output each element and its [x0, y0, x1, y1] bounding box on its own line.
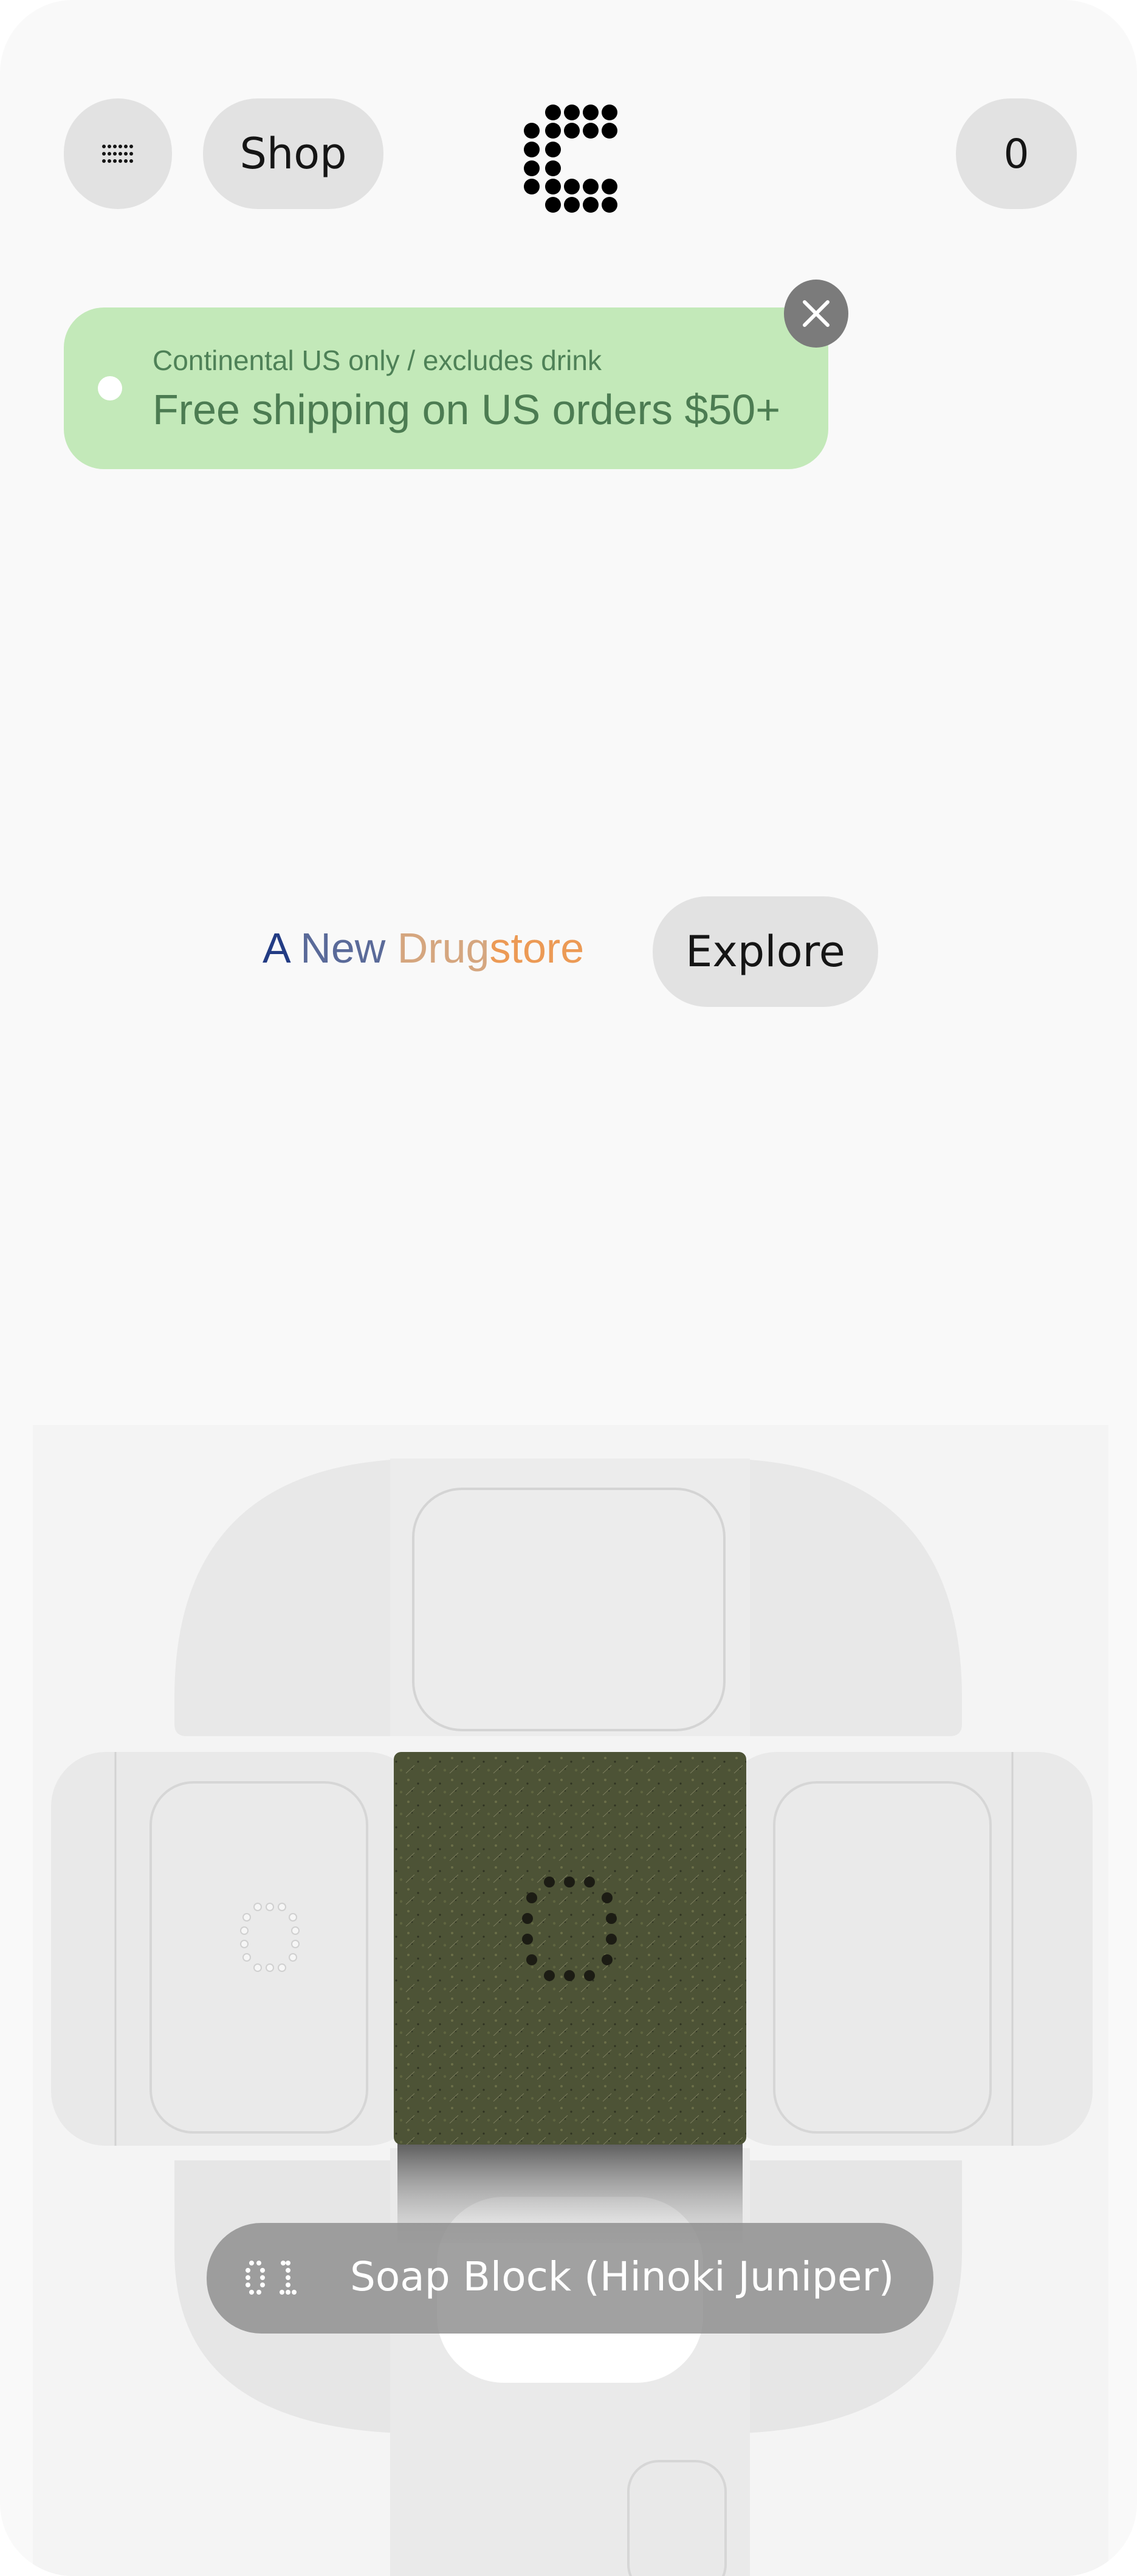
- brand-logo[interactable]: [520, 103, 623, 214]
- hero-tagline: A New Drugstore: [263, 924, 584, 972]
- explore-button-label: Explore: [685, 927, 845, 977]
- shipping-banner: Continental US only / excludes drink Fre…: [64, 307, 828, 469]
- banner-subtitle: Continental US only / excludes drink: [153, 345, 602, 376]
- dot-c-logo: [524, 105, 617, 213]
- hero-product-image: [33, 1425, 1108, 2576]
- page: Shop 0 Continental US only / excludes dr…: [0, 0, 1137, 2576]
- banner-message: Free shipping on US orders $50+: [153, 386, 781, 433]
- banner-close-button[interactable]: [784, 280, 848, 348]
- grid-dots-icon: [102, 145, 133, 163]
- explore-button[interactable]: Explore: [653, 896, 878, 1007]
- product-label-button[interactable]: 01 Soap Block (Hinoki Juniper): [207, 2223, 933, 2334]
- tagline-part: Drug: [397, 924, 490, 972]
- product-name: Soap Block (Hinoki Juniper): [350, 2253, 895, 2300]
- shop-button[interactable]: Shop: [203, 98, 383, 209]
- cart-button[interactable]: 0: [956, 98, 1077, 209]
- soap-packaging-illustration: [51, 1458, 1093, 2576]
- shop-button-label: Shop: [239, 129, 347, 179]
- cart-count: 0: [1003, 130, 1029, 177]
- status-dot-icon: [98, 376, 122, 400]
- tagline-part: New: [300, 924, 397, 972]
- close-icon: [803, 300, 830, 327]
- menu-button[interactable]: [64, 98, 172, 209]
- tagline-part: A: [263, 924, 301, 972]
- product-number-dots: [246, 2261, 297, 2295]
- tagline-part: store: [489, 924, 585, 972]
